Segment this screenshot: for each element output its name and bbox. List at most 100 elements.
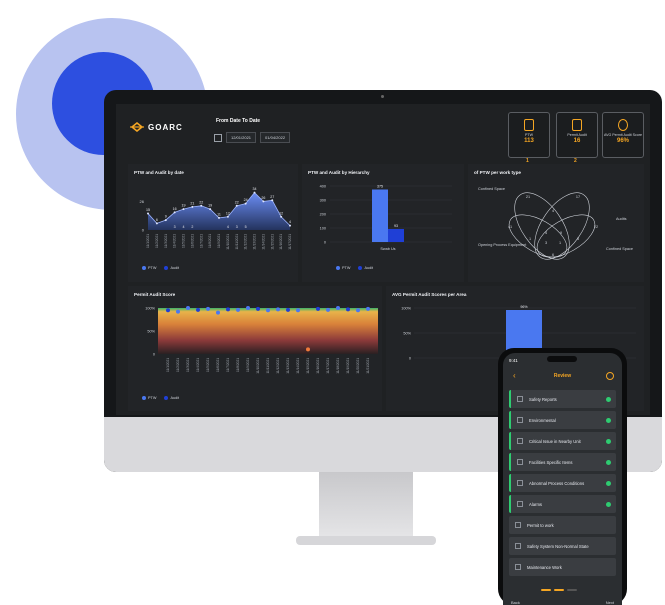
x-tick: Swab Us: [380, 247, 395, 251]
ptw-point: [191, 205, 194, 208]
legend-audit[interactable]: Audit: [358, 266, 373, 270]
venn-set-label: Audits: [616, 217, 627, 221]
y-tick: 50%: [147, 330, 155, 334]
kpi-ptw[interactable]: PTW 113: [508, 112, 550, 158]
venn-count: 5: [577, 237, 579, 241]
score-heat-band: [158, 308, 378, 354]
review-list-item[interactable]: Critical Issue in Nearby Unit: [509, 432, 616, 450]
x-tick: 11/5/2021: [182, 234, 186, 248]
ptw-data-label: 22: [235, 200, 239, 204]
calendar-icon[interactable]: [214, 133, 222, 142]
item-icon: [517, 459, 523, 465]
score-point: [246, 306, 250, 310]
y-tick: 0: [142, 228, 145, 233]
y-tick: 50%: [403, 332, 411, 336]
x-tick: 11/2/2021: [155, 234, 159, 248]
y-tick: 0: [409, 357, 411, 361]
x-tick: 11/17/2021: [288, 234, 292, 250]
ptw-data-label: 19: [208, 204, 212, 208]
legend-ptw[interactable]: PTW: [142, 266, 156, 270]
check-icon: [606, 459, 611, 465]
kpi-value: 96%: [616, 138, 629, 144]
y-tick: 400: [320, 185, 326, 189]
ptw-point: [200, 204, 203, 207]
kpi-permit-audit[interactable]: Permit Audit 16: [556, 112, 598, 158]
date-from-input[interactable]: 12/01/2021: [226, 132, 257, 143]
check-icon: [606, 417, 611, 423]
item-icon: [515, 522, 521, 528]
score-point: [316, 306, 320, 311]
ptw-data-label: 12: [279, 211, 283, 215]
bar-data-label: 375: [377, 185, 383, 189]
legend-ptw[interactable]: PTW: [336, 266, 350, 270]
venn-diagram: Confined Space Audits Confined Space Ope…: [478, 187, 633, 260]
legend-audit[interactable]: Audit: [164, 396, 179, 400]
ptw-point: [262, 200, 265, 203]
ptw-point: [155, 222, 158, 225]
review-list-item[interactable]: Abnormal Process Conditions: [509, 474, 616, 492]
x-tick: 11/20/2021: [356, 358, 360, 374]
ptw-point: [244, 202, 247, 205]
review-list-item[interactable]: Environmental: [509, 411, 616, 429]
next-button[interactable]: Next: [606, 600, 614, 605]
review-list-item[interactable]: Alarms: [509, 495, 616, 513]
score-point: [326, 307, 330, 312]
kpi-avg-audit-score[interactable]: AVG Permit Audit Score 96%: [602, 112, 644, 158]
x-tick: 11/4/2021: [196, 358, 200, 372]
venn-count: 3: [545, 241, 547, 245]
item-icon: [517, 396, 523, 402]
brand-logo[interactable]: GOARC: [130, 122, 183, 132]
review-list-item[interactable]: Facilities Specific Items: [509, 453, 616, 471]
x-tick: 11/8/2021: [236, 358, 240, 372]
panel-ptw-per-work-type: of PTW per work type Confined Space Audi…: [468, 164, 644, 282]
x-tick: 11/17/2021: [326, 358, 330, 374]
score-point: [216, 310, 220, 315]
item-label: Environmental: [529, 417, 556, 423]
score-point: [366, 306, 370, 311]
review-list-item[interactable]: Permit to work: [509, 516, 616, 534]
chart-legend: PTW Audit: [336, 266, 373, 270]
x-tick: 11/7/2021: [226, 358, 230, 372]
ptw-point: [289, 224, 291, 227]
x-tick: 11/18/2021: [336, 358, 340, 374]
review-list-item[interactable]: Safety System Non-Normal State: [509, 537, 616, 555]
audit-data-label: 4: [227, 225, 229, 229]
venn-set-label: Opening Process Equipment: [478, 243, 527, 247]
date-to-input[interactable]: 01/04/2022: [260, 132, 291, 143]
ptw-point: [209, 208, 212, 211]
item-icon: [515, 543, 521, 549]
ptw-point: [147, 212, 149, 215]
monitor-stand: [319, 472, 413, 540]
ptw-data-label: 27: [270, 195, 274, 199]
ptw-point: [235, 204, 238, 207]
ptw-data-label: 34: [253, 187, 257, 191]
status-time: 9:41: [509, 358, 518, 363]
review-list-item[interactable]: Maintenance Work: [509, 558, 616, 576]
phone-title: Review: [553, 373, 572, 379]
ptw-point: [280, 215, 283, 218]
y-tick: 100%: [401, 307, 411, 311]
check-icon: [606, 396, 611, 402]
ptw-point: [182, 208, 185, 211]
venn-count: 1: [529, 237, 531, 241]
y-tick: 0: [153, 353, 155, 357]
panel-permit-audit-score: Permit Audit Score 100% 50% 0 11/1/2021 11/2…: [128, 286, 382, 411]
review-list-item[interactable]: Safety Reports: [509, 390, 616, 408]
phone-screen: 9:41 ‹ Review Safety Reports Environmenta…: [503, 353, 622, 605]
legend-audit[interactable]: Audit: [164, 266, 179, 270]
ptw-data-label: 12: [226, 211, 230, 215]
check-icon: [606, 480, 611, 486]
area-chart: 2601569161921 221911 1222243426 271243 4 2 4 3 5…: [140, 187, 292, 250]
x-tick: 11/16/2021: [279, 234, 283, 250]
back-button[interactable]: Back: [511, 600, 520, 605]
x-tick: 11/7/2021: [199, 234, 203, 248]
search-icon[interactable]: [606, 372, 614, 380]
item-label: Critical Issue in Nearby Unit: [529, 438, 581, 444]
y-tick: 100: [320, 227, 326, 231]
score-point: [266, 308, 270, 313]
review-list: Safety Reports Environmental Critical Issu…: [503, 390, 622, 579]
x-tick: 11/6/2021: [190, 234, 194, 248]
x-tick: 11/15/2021: [270, 234, 274, 250]
legend-ptw[interactable]: PTW: [142, 396, 156, 400]
venn-count: 41: [508, 225, 512, 229]
